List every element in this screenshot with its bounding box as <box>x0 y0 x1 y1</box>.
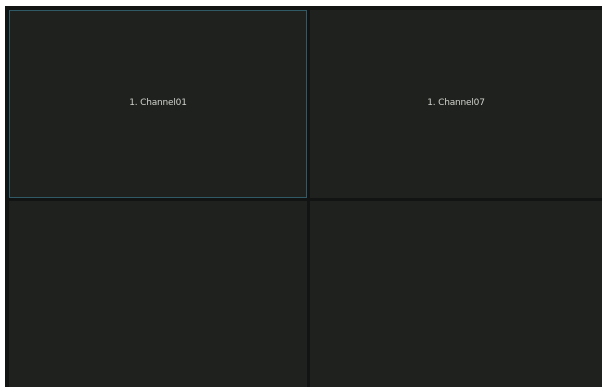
channel-label: 1. Channel07 <box>427 98 485 108</box>
video-grid: 1. Channel01 1. Channel07 <box>5 6 602 387</box>
channel-label: 1. Channel01 <box>129 98 187 108</box>
video-tile-1[interactable]: 1. Channel01 <box>9 10 307 198</box>
video-tile-4[interactable] <box>310 201 602 387</box>
video-tile-3[interactable] <box>9 201 307 387</box>
video-tile-2[interactable]: 1. Channel07 <box>310 10 602 198</box>
